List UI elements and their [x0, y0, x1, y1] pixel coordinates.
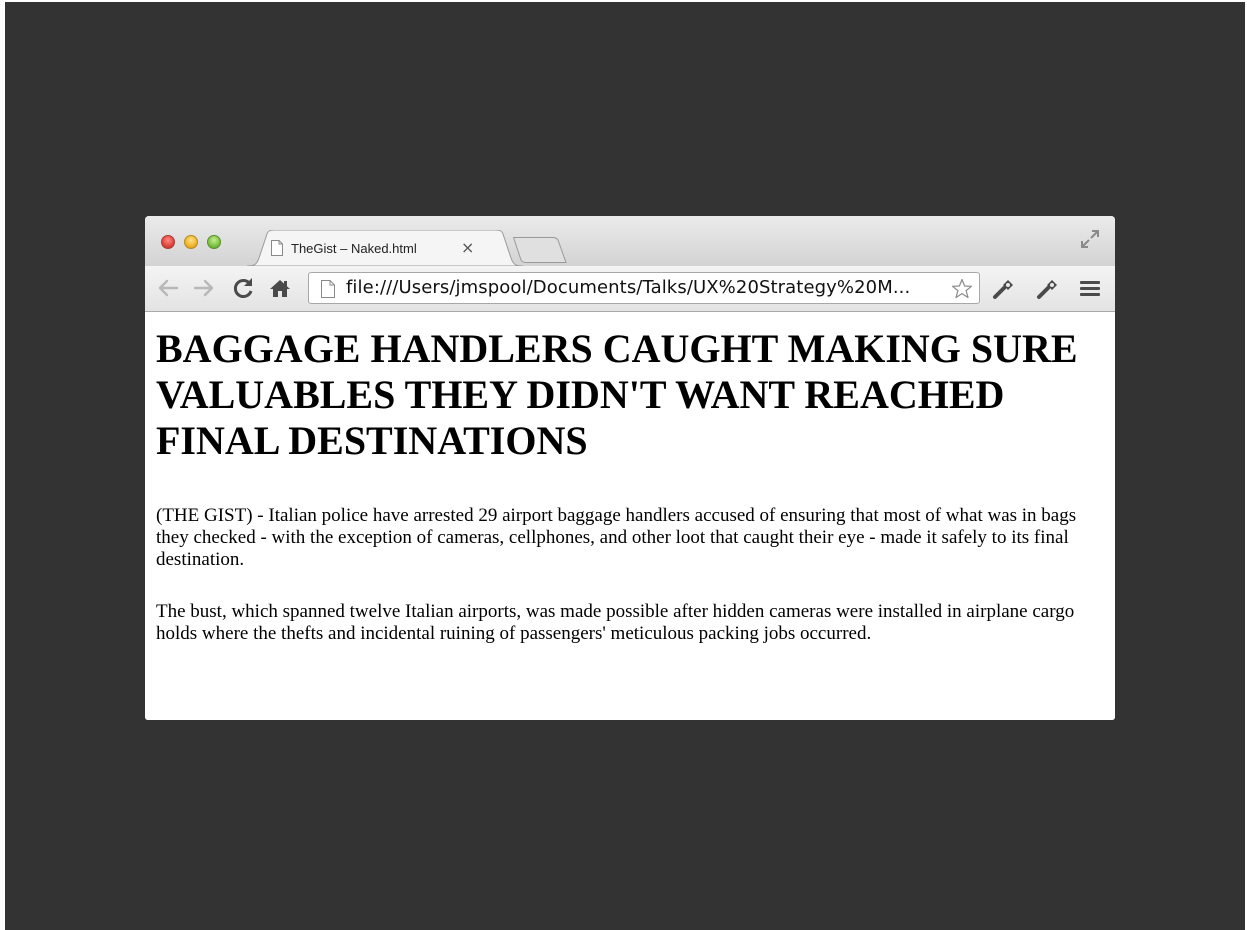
- new-tab-button[interactable]: [513, 237, 567, 263]
- star-icon[interactable]: [951, 278, 973, 300]
- back-arrow-icon[interactable]: [155, 276, 181, 300]
- tab-title: TheGist – Naked.html: [291, 241, 417, 256]
- fullscreen-icon[interactable]: [1079, 228, 1101, 250]
- tab-strip: TheGist – Naked.html ×: [145, 216, 1115, 266]
- browser-window: TheGist – Naked.html × file:///Users/jms…: [145, 216, 1115, 720]
- wrench-icon[interactable]: [991, 276, 1017, 300]
- page-content: BAGGAGE HANDLERS CAUGHT MAKING SURE VALU…: [145, 313, 1115, 720]
- article-headline: BAGGAGE HANDLERS CAUGHT MAKING SURE VALU…: [156, 326, 1078, 463]
- address-bar[interactable]: file:///Users/jmspool/Documents/Talks/UX…: [308, 272, 980, 304]
- browser-toolbar: file:///Users/jmspool/Documents/Talks/UX…: [145, 266, 1115, 312]
- forward-arrow-icon[interactable]: [191, 276, 217, 300]
- hamburger-menu-icon[interactable]: [1077, 276, 1103, 300]
- minimize-window-button[interactable]: [184, 235, 198, 249]
- wrench-icon[interactable]: [1035, 276, 1061, 300]
- close-window-button[interactable]: [161, 235, 175, 249]
- document-icon: [321, 280, 335, 298]
- tab-active[interactable]: TheGist – Naked.html ×: [247, 230, 523, 266]
- tab-close-icon[interactable]: ×: [461, 238, 474, 257]
- article-paragraph: (THE GIST) - Italian police have arreste…: [156, 505, 1077, 570]
- home-icon[interactable]: [267, 276, 293, 300]
- zoom-window-button[interactable]: [207, 235, 221, 249]
- url-text: file:///Users/jmspool/Documents/Talks/UX…: [346, 277, 911, 298]
- document-icon: [271, 240, 283, 256]
- article-paragraph: The bust, which spanned twelve Italian a…: [156, 601, 1075, 644]
- slide-background: TheGist – Naked.html × file:///Users/jms…: [5, 2, 1245, 930]
- reload-icon[interactable]: [231, 276, 257, 300]
